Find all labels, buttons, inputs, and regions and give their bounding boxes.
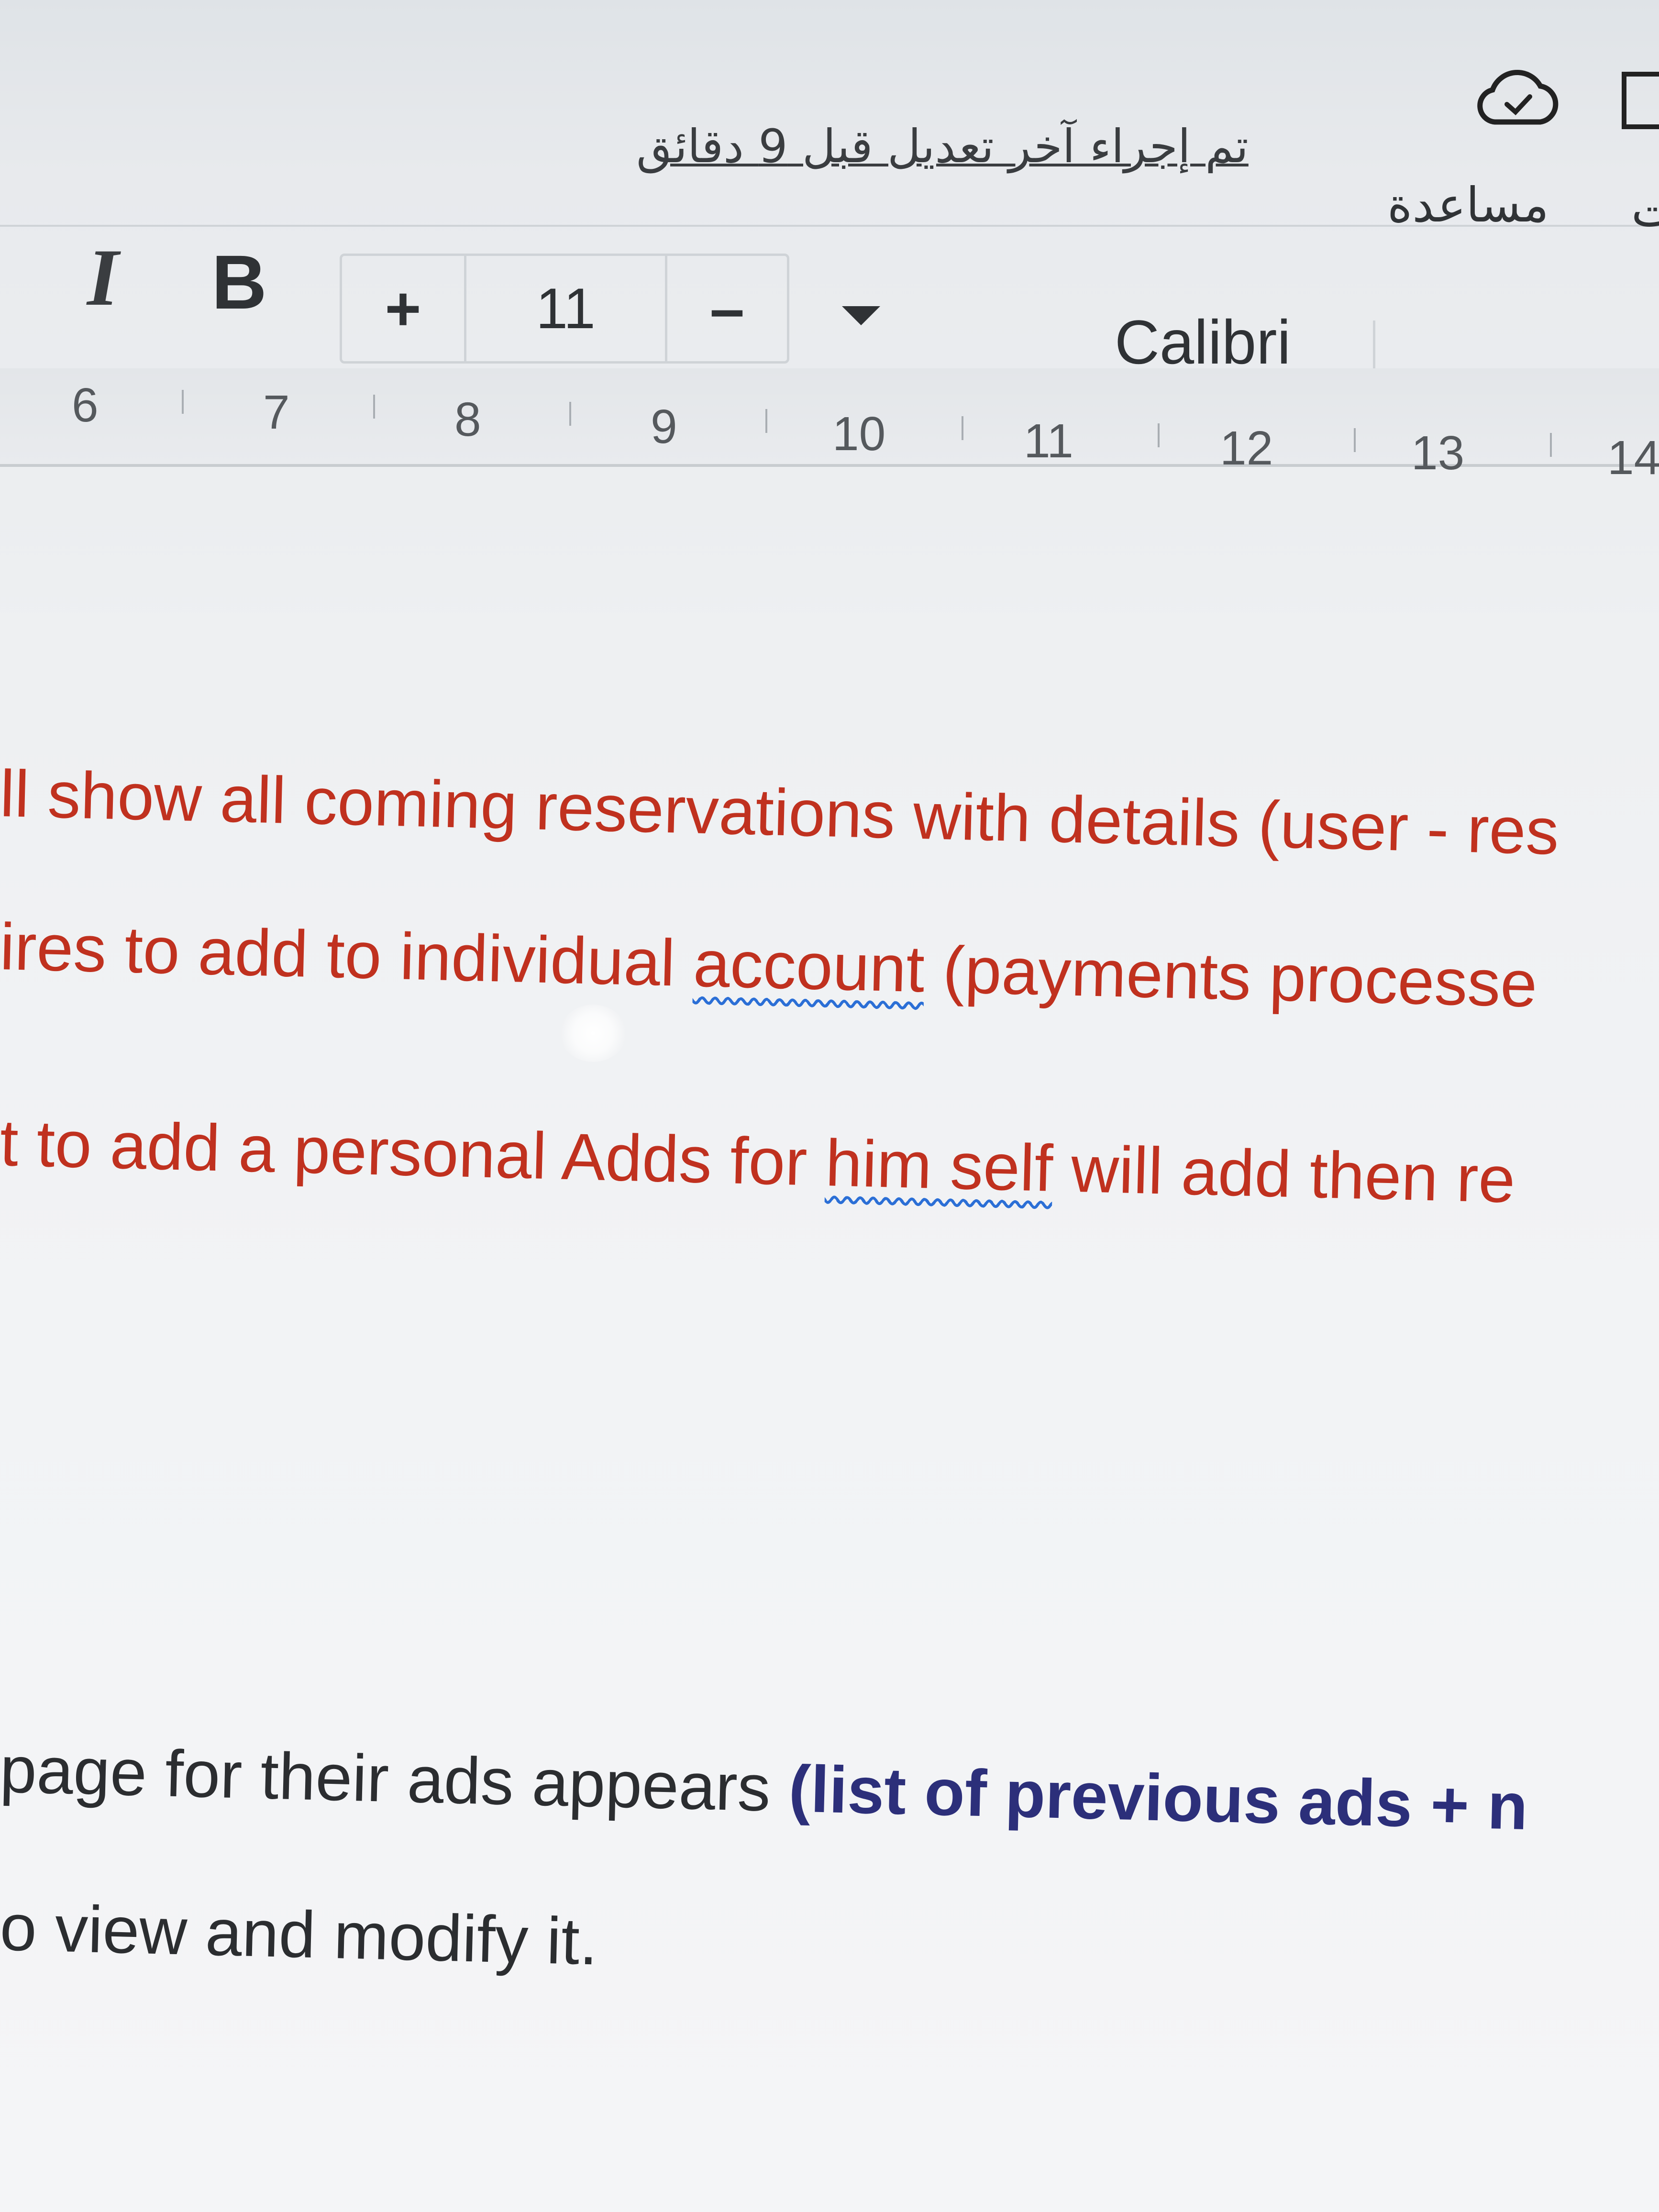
ruler-number: 14	[1607, 431, 1659, 485]
requirement-line[interactable]: t to add a personal Adds for him self wi…	[0, 1105, 1516, 1218]
body-line[interactable]: o view and modify it.	[0, 1890, 599, 1980]
ruler-number: 11	[1024, 414, 1073, 468]
formatting-toolbar: I B + 11 – Calibri	[0, 225, 1659, 416]
ruler-tick	[1354, 428, 1356, 452]
horizontal-ruler[interactable]: 6 7 8 9 10 11 12 13 14	[0, 368, 1659, 485]
spellcheck-flagged-word[interactable]: account	[693, 927, 926, 1006]
highlighted-text: (list of previous ads + n	[788, 1752, 1529, 1844]
requirement-line[interactable]: ires to add to individual account (payme…	[0, 909, 1538, 1022]
screen-glare	[560, 1005, 627, 1062]
text-segment: ires to add to individual	[0, 910, 695, 1001]
ruler-number: 9	[651, 400, 677, 453]
font-size-dropdown-icon[interactable]	[842, 306, 880, 325]
font-size-stepper: + 11 –	[340, 254, 789, 364]
text-segment: will add then re	[1052, 1131, 1516, 1217]
ruler-tick	[962, 416, 963, 440]
italic-button[interactable]: I	[67, 234, 139, 321]
text-segment: page for their ads appears	[0, 1733, 790, 1826]
ruler-tick	[1550, 433, 1552, 457]
ruler-number: 13	[1411, 426, 1465, 480]
panel-toggle-icon[interactable]	[1622, 72, 1659, 129]
ruler-number: 8	[454, 393, 481, 446]
ruler-tick	[373, 395, 375, 419]
ruler-number: 6	[72, 378, 99, 432]
document-editor-page: تم إجراء آخر تعديل قبل 9 دقائق مساعدة ت …	[0, 0, 1659, 2212]
ruler-tick	[1158, 423, 1160, 447]
decrease-font-size-button[interactable]: –	[667, 256, 787, 361]
ruler-number: 7	[263, 386, 290, 439]
cloud-saved-icon[interactable]	[1473, 67, 1559, 129]
body-line[interactable]: page for their ads appears (list of prev…	[0, 1732, 1529, 1845]
ruler-number: 12	[1220, 421, 1273, 475]
last-edit-link[interactable]: تم إجراء آخر تعديل قبل 9 دقائق	[579, 120, 1306, 173]
ruler-tick	[182, 390, 184, 414]
bold-button[interactable]: B	[206, 239, 273, 325]
ruler-number: 10	[832, 407, 886, 461]
top-status-bar: تم إجراء آخر تعديل قبل 9 دقائق مساعدة ت	[0, 0, 1659, 237]
text-segment: t to add a personal Adds for	[0, 1106, 827, 1200]
spellcheck-flagged-word[interactable]: him self	[825, 1126, 1054, 1206]
font-family-select[interactable]: Calibri	[1115, 306, 1291, 378]
increase-font-size-button[interactable]: +	[342, 256, 466, 361]
ruler-tick	[765, 409, 767, 433]
requirement-line[interactable]: ll show all coming reservations with det…	[0, 756, 1559, 870]
font-size-input[interactable]: 11	[466, 256, 667, 361]
ruler-tick	[569, 402, 571, 426]
text-segment: (payments processe	[923, 932, 1538, 1021]
